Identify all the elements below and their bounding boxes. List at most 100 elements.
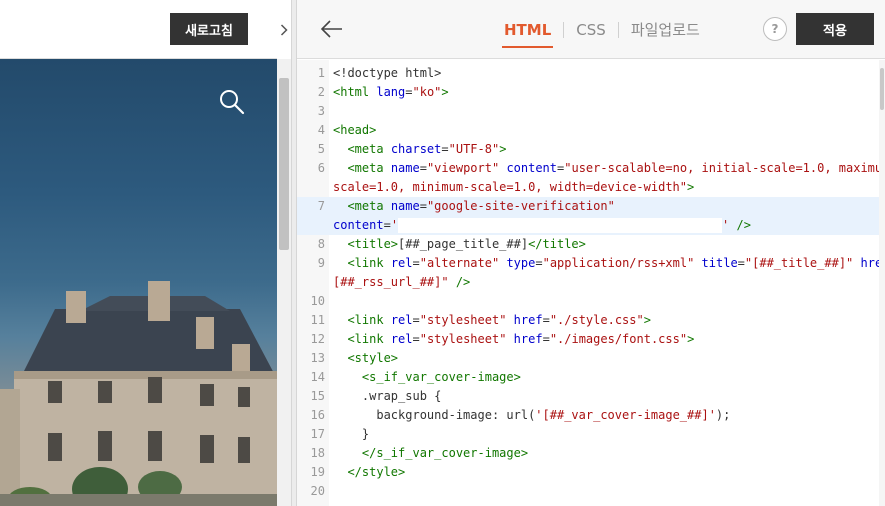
code-line[interactable]: 20: [297, 482, 879, 501]
arrow-left-icon[interactable]: [319, 16, 345, 42]
code-token: <head>: [333, 123, 377, 137]
code-line[interactable]: 14 <s_if_var_cover-image>: [297, 368, 879, 387]
code-token: <meta: [347, 161, 384, 175]
code-token: =: [412, 256, 420, 270]
line-number: 14: [310, 370, 325, 384]
editor-pane: HTML CSS 파일업로드 ? 적용 1 <!doctype html> 2 <ht…: [297, 0, 885, 506]
code-line[interactable]: 10: [297, 292, 879, 311]
code-text: <link rel="stylesheet" href="./images/fo…: [333, 330, 694, 349]
code-token: "ko": [412, 85, 442, 99]
tab-css[interactable]: CSS: [574, 21, 608, 39]
code-token: "google-site-verification": [426, 199, 615, 213]
code-token: "[##_title_##]": [744, 256, 854, 270]
code-line[interactable]: 17 }: [297, 425, 879, 444]
code-text: <title>[##_page_title_##]</title>: [333, 235, 585, 254]
code-line[interactable]: 11 <link rel="stylesheet" href="./style.…: [297, 311, 879, 330]
collapse-toggle[interactable]: [277, 0, 291, 59]
help-button[interactable]: ?: [763, 17, 787, 41]
code-token: "./style.css": [549, 313, 644, 327]
code-token: <link: [347, 332, 384, 346]
preview-pane: 새로고침: [0, 0, 291, 506]
code-line[interactable]: 18 </s_if_var_cover-image>: [297, 444, 879, 463]
code-token: =: [535, 256, 543, 270]
code-token: =: [542, 313, 550, 327]
code-token: name: [390, 161, 420, 175]
line-number: 12: [310, 332, 325, 346]
code-token: title: [701, 256, 738, 270]
code-line[interactable]: 19 </style>: [297, 463, 879, 482]
code-line[interactable]: 2 <html lang="ko">: [297, 83, 879, 102]
editor-scrollbar-thumb[interactable]: [880, 68, 884, 110]
code-text: <!doctype html>: [333, 64, 441, 83]
palace-image: [0, 281, 277, 506]
code-line[interactable]: 15 .wrap_sub {: [297, 387, 879, 406]
code-text: <meta name="google-site-verification": [333, 197, 615, 216]
code-line[interactable]: 9 <link rel="alternate" type="applicatio…: [297, 254, 885, 273]
code-line[interactable]: 7 <meta name="google-site-verification": [297, 197, 879, 216]
code-token: =: [441, 142, 449, 156]
code-text: <link rel="alternate" type="application/…: [333, 254, 885, 273]
code-token: "user-scalable=no, initial-scale=1.0, ma…: [564, 161, 885, 175]
line-number: 1: [317, 66, 325, 80]
code-line[interactable]: scale=1.0, minimum-scale=1.0, width=devi…: [297, 178, 879, 197]
preview-scrollbar-thumb[interactable]: [279, 78, 289, 250]
apply-button[interactable]: 적용: [796, 13, 874, 45]
code-token: <s_if_var_cover-image>: [361, 370, 521, 384]
code-token: name: [390, 199, 420, 213]
line-number: 17: [310, 427, 325, 441]
code-token: <!doctype html>: [333, 66, 442, 80]
tab-file-upload[interactable]: 파일업로드: [629, 19, 702, 40]
code-text: <s_if_var_cover-image>: [333, 368, 521, 387]
code-line[interactable]: 1 <!doctype html>: [297, 64, 879, 83]
line-number: 16: [310, 408, 325, 422]
code-token: [##_page_title_##]: [398, 237, 529, 251]
code-token: <link: [347, 256, 384, 270]
code-token: />: [736, 218, 751, 232]
line-number: 3: [317, 104, 325, 118]
code-line[interactable]: 8 <title>[##_page_title_##]</title>: [297, 235, 879, 254]
code-line[interactable]: 5 <meta charset="UTF-8">: [297, 140, 879, 159]
code-token: </s_if_var_cover-image>: [361, 446, 529, 460]
tab-html[interactable]: HTML: [502, 21, 554, 48]
code-token: <title>: [347, 237, 399, 251]
code-text: }: [333, 425, 369, 444]
editor-scrollbar[interactable]: [879, 60, 885, 506]
code-line[interactable]: content=' ' />: [297, 216, 879, 235]
code-token: >: [643, 313, 651, 327]
code-token: );: [715, 408, 731, 422]
blog-preview[interactable]: [0, 59, 277, 506]
code-text: <link rel="stylesheet" href="./style.css…: [333, 311, 651, 330]
code-editor[interactable]: 1 <!doctype html> 2 <html lang="ko"> 3 4 <head…: [297, 60, 885, 506]
code-text: scale=1.0, minimum-scale=1.0, width=devi…: [333, 178, 694, 197]
code-token: }: [333, 427, 370, 441]
code-line[interactable]: 12 <link rel="stylesheet" href="./images…: [297, 330, 879, 349]
code-line[interactable]: 13 <style>: [297, 349, 879, 368]
code-line[interactable]: 16 background-image: url('[##_var_cover-…: [297, 406, 879, 425]
redacted-value: [398, 218, 723, 233]
editor-tabs: HTML CSS 파일업로드: [502, 0, 702, 59]
code-token: <meta: [347, 142, 384, 156]
code-token: >: [499, 142, 507, 156]
line-number: 11: [310, 313, 325, 327]
code-token: href: [513, 313, 543, 327]
code-line[interactable]: 4 <head>: [297, 121, 879, 140]
code-text: <meta charset="UTF-8">: [333, 140, 506, 159]
code-token: />: [455, 275, 471, 289]
code-token: [##_rss_url_##]": [333, 275, 449, 289]
code-line[interactable]: 6 <meta name="viewport" content="user-sc…: [297, 159, 885, 178]
line-number: 20: [310, 484, 325, 498]
code-line[interactable]: [##_rss_url_##]" />: [297, 273, 879, 292]
skin-editor: 새로고침 HTML CSS 파일업로드 ? 적용 1 <!doctype htm…: [0, 0, 885, 506]
code-text: <html lang="ko">: [333, 83, 449, 102]
code-text: <style>: [333, 349, 398, 368]
code-line[interactable]: 3: [297, 102, 879, 121]
refresh-button[interactable]: 새로고침: [170, 13, 248, 45]
code-token: .wrap_sub {: [333, 389, 442, 403]
